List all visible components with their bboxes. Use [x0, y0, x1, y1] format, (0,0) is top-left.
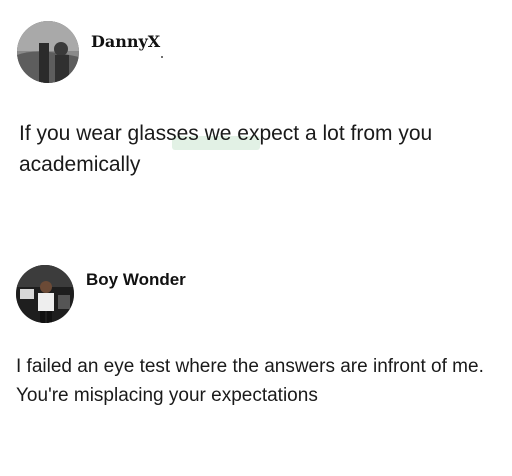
- post-boy-wonder: Boy Wonder I failed an eye test where th…: [0, 250, 512, 476]
- post-text: I failed an eye test where the answers a…: [16, 356, 484, 406]
- dot-separator: [161, 56, 163, 58]
- avatar-photo-icon: [17, 21, 79, 83]
- author-name[interactable]: DannyX: [91, 32, 160, 51]
- avatar-photo-icon: [16, 265, 74, 323]
- post-text: If you wear glasses we expect a lot from…: [19, 122, 433, 176]
- author-name[interactable]: Boy Wonder: [86, 270, 186, 290]
- post-dannyx: DannyX If you wear glasses we expect a l…: [0, 0, 512, 215]
- avatar[interactable]: [16, 265, 74, 323]
- avatar[interactable]: [17, 21, 79, 83]
